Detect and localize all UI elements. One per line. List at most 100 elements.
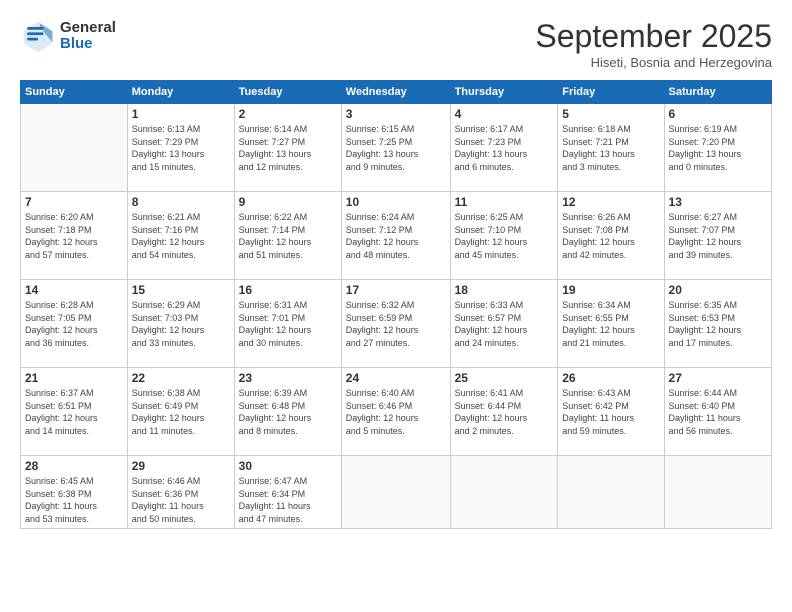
col-sunday: Sunday bbox=[21, 81, 128, 104]
day-info: Sunrise: 6:28 AMSunset: 7:05 PMDaylight:… bbox=[25, 299, 123, 349]
calendar-cell: 4Sunrise: 6:17 AMSunset: 7:23 PMDaylight… bbox=[450, 104, 558, 192]
day-info: Sunrise: 6:41 AMSunset: 6:44 PMDaylight:… bbox=[455, 387, 554, 437]
day-info: Sunrise: 6:43 AMSunset: 6:42 PMDaylight:… bbox=[562, 387, 659, 437]
day-info: Sunrise: 6:25 AMSunset: 7:10 PMDaylight:… bbox=[455, 211, 554, 261]
day-info: Sunrise: 6:39 AMSunset: 6:48 PMDaylight:… bbox=[239, 387, 337, 437]
col-tuesday: Tuesday bbox=[234, 81, 341, 104]
calendar-cell bbox=[664, 456, 771, 529]
week-row-0: 1 Sunrise: 6:13 AMSunset: 7:29 PMDaylight… bbox=[21, 104, 772, 192]
week-row-4: 28 Sunrise: 6:45 AMSunset: 6:38 PMDayligh… bbox=[21, 456, 772, 529]
day-info: Sunrise: 6:22 AMSunset: 7:14 PMDaylight:… bbox=[239, 211, 337, 261]
logo-text: General Blue bbox=[60, 20, 116, 53]
day-number: 16 bbox=[239, 283, 337, 297]
day-info: Sunrise: 6:40 AMSunset: 6:46 PMDaylight:… bbox=[346, 387, 446, 437]
calendar-cell: 15Sunrise: 6:29 AMSunset: 7:03 PMDayligh… bbox=[127, 280, 234, 368]
day-number: 20 bbox=[669, 283, 767, 297]
week-row-2: 14 Sunrise: 6:28 AMSunset: 7:05 PMDayligh… bbox=[21, 280, 772, 368]
calendar-header: Sunday Monday Tuesday Wednesday Thursday… bbox=[21, 81, 772, 104]
day-number: 27 bbox=[669, 371, 767, 385]
calendar-cell: 6 Sunrise: 6:19 AMSunset: 7:20 PMDaylight… bbox=[664, 104, 771, 192]
col-monday: Monday bbox=[127, 81, 234, 104]
calendar-cell: 30Sunrise: 6:47 AMSunset: 6:34 PMDayligh… bbox=[234, 456, 341, 529]
day-number: 12 bbox=[562, 195, 659, 209]
day-info: Sunrise: 6:13 AMSunset: 7:29 PMDaylight:… bbox=[132, 123, 230, 173]
calendar-cell: 20 Sunrise: 6:35 AMSunset: 6:53 PMDayligh… bbox=[664, 280, 771, 368]
col-saturday: Saturday bbox=[664, 81, 771, 104]
logo-general: General bbox=[60, 20, 116, 37]
day-number: 9 bbox=[239, 195, 337, 209]
calendar-cell: 1 Sunrise: 6:13 AMSunset: 7:29 PMDaylight… bbox=[127, 104, 234, 192]
day-number: 28 bbox=[25, 459, 123, 473]
day-number: 24 bbox=[346, 371, 446, 385]
calendar-cell: 19 Sunrise: 6:34 AMSunset: 6:55 PMDayligh… bbox=[558, 280, 664, 368]
day-number: 19 bbox=[562, 283, 659, 297]
day-number: 30 bbox=[239, 459, 337, 473]
day-info: Sunrise: 6:27 AMSunset: 7:07 PMDaylight:… bbox=[669, 211, 767, 261]
calendar-cell: 8Sunrise: 6:21 AMSunset: 7:16 PMDaylight… bbox=[127, 192, 234, 280]
day-number: 4 bbox=[455, 107, 554, 121]
calendar-cell: 29Sunrise: 6:46 AMSunset: 6:36 PMDayligh… bbox=[127, 456, 234, 529]
day-number: 26 bbox=[562, 371, 659, 385]
day-number: 22 bbox=[132, 371, 230, 385]
calendar-cell bbox=[21, 104, 128, 192]
calendar-cell: 14 Sunrise: 6:28 AMSunset: 7:05 PMDayligh… bbox=[21, 280, 128, 368]
calendar-cell: 21 Sunrise: 6:37 AMSunset: 6:51 PMDayligh… bbox=[21, 368, 128, 456]
day-number: 8 bbox=[132, 195, 230, 209]
day-number: 29 bbox=[132, 459, 230, 473]
day-number: 15 bbox=[132, 283, 230, 297]
day-number: 10 bbox=[346, 195, 446, 209]
calendar-cell bbox=[450, 456, 558, 529]
day-info: Sunrise: 6:26 AMSunset: 7:08 PMDaylight:… bbox=[562, 211, 659, 261]
calendar-body: 1 Sunrise: 6:13 AMSunset: 7:29 PMDaylight… bbox=[21, 104, 772, 529]
day-number: 13 bbox=[669, 195, 767, 209]
logo-blue: Blue bbox=[60, 36, 116, 53]
day-info: Sunrise: 6:37 AMSunset: 6:51 PMDaylight:… bbox=[25, 387, 123, 437]
calendar-cell: 26 Sunrise: 6:43 AMSunset: 6:42 PMDayligh… bbox=[558, 368, 664, 456]
day-number: 25 bbox=[455, 371, 554, 385]
subtitle: Hiseti, Bosnia and Herzegovina bbox=[535, 55, 772, 70]
day-info: Sunrise: 6:15 AMSunset: 7:25 PMDaylight:… bbox=[346, 123, 446, 173]
col-thursday: Thursday bbox=[450, 81, 558, 104]
day-info: Sunrise: 6:38 AMSunset: 6:49 PMDaylight:… bbox=[132, 387, 230, 437]
day-number: 18 bbox=[455, 283, 554, 297]
day-info: Sunrise: 6:24 AMSunset: 7:12 PMDaylight:… bbox=[346, 211, 446, 261]
title-section: September 2025 Hiseti, Bosnia and Herzeg… bbox=[535, 18, 772, 70]
calendar-cell: 25 Sunrise: 6:41 AMSunset: 6:44 PMDayligh… bbox=[450, 368, 558, 456]
day-number: 6 bbox=[669, 107, 767, 121]
calendar-cell: 18 Sunrise: 6:33 AMSunset: 6:57 PMDayligh… bbox=[450, 280, 558, 368]
calendar-cell bbox=[558, 456, 664, 529]
day-number: 2 bbox=[239, 107, 337, 121]
day-info: Sunrise: 6:20 AMSunset: 7:18 PMDaylight:… bbox=[25, 211, 123, 261]
calendar-cell: 13 Sunrise: 6:27 AMSunset: 7:07 PMDayligh… bbox=[664, 192, 771, 280]
day-number: 7 bbox=[25, 195, 123, 209]
day-info: Sunrise: 6:34 AMSunset: 6:55 PMDaylight:… bbox=[562, 299, 659, 349]
month-title: September 2025 bbox=[535, 18, 772, 55]
calendar-cell: 22 Sunrise: 6:38 AMSunset: 6:49 PMDayligh… bbox=[127, 368, 234, 456]
day-info: Sunrise: 6:35 AMSunset: 6:53 PMDaylight:… bbox=[669, 299, 767, 349]
day-info: Sunrise: 6:18 AMSunset: 7:21 PMDaylight:… bbox=[562, 123, 659, 173]
day-info: Sunrise: 6:31 AMSunset: 7:01 PMDaylight:… bbox=[239, 299, 337, 349]
header: General Blue September 2025 Hiseti, Bosn… bbox=[20, 18, 772, 70]
calendar-cell: 7 Sunrise: 6:20 AMSunset: 7:18 PMDaylight… bbox=[21, 192, 128, 280]
calendar-cell: 27Sunrise: 6:44 AMSunset: 6:40 PMDayligh… bbox=[664, 368, 771, 456]
calendar-cell: 24 Sunrise: 6:40 AMSunset: 6:46 PMDayligh… bbox=[341, 368, 450, 456]
col-wednesday: Wednesday bbox=[341, 81, 450, 104]
calendar-cell: 5Sunrise: 6:18 AMSunset: 7:21 PMDaylight… bbox=[558, 104, 664, 192]
calendar-cell bbox=[341, 456, 450, 529]
day-info: Sunrise: 6:33 AMSunset: 6:57 PMDaylight:… bbox=[455, 299, 554, 349]
calendar-cell: 2Sunrise: 6:14 AMSunset: 7:27 PMDaylight… bbox=[234, 104, 341, 192]
calendar-cell: 3Sunrise: 6:15 AMSunset: 7:25 PMDaylight… bbox=[341, 104, 450, 192]
calendar-cell: 9 Sunrise: 6:22 AMSunset: 7:14 PMDaylight… bbox=[234, 192, 341, 280]
day-number: 14 bbox=[25, 283, 123, 297]
day-number: 23 bbox=[239, 371, 337, 385]
day-number: 1 bbox=[132, 107, 230, 121]
day-info: Sunrise: 6:45 AMSunset: 6:38 PMDaylight:… bbox=[25, 475, 123, 525]
calendar-cell: 12 Sunrise: 6:26 AMSunset: 7:08 PMDayligh… bbox=[558, 192, 664, 280]
calendar-cell: 17Sunrise: 6:32 AMSunset: 6:59 PMDayligh… bbox=[341, 280, 450, 368]
day-number: 21 bbox=[25, 371, 123, 385]
calendar-cell: 10 Sunrise: 6:24 AMSunset: 7:12 PMDayligh… bbox=[341, 192, 450, 280]
page: General Blue September 2025 Hiseti, Bosn… bbox=[0, 0, 792, 612]
day-info: Sunrise: 6:19 AMSunset: 7:20 PMDaylight:… bbox=[669, 123, 767, 173]
col-friday: Friday bbox=[558, 81, 664, 104]
calendar-cell: 16 Sunrise: 6:31 AMSunset: 7:01 PMDayligh… bbox=[234, 280, 341, 368]
